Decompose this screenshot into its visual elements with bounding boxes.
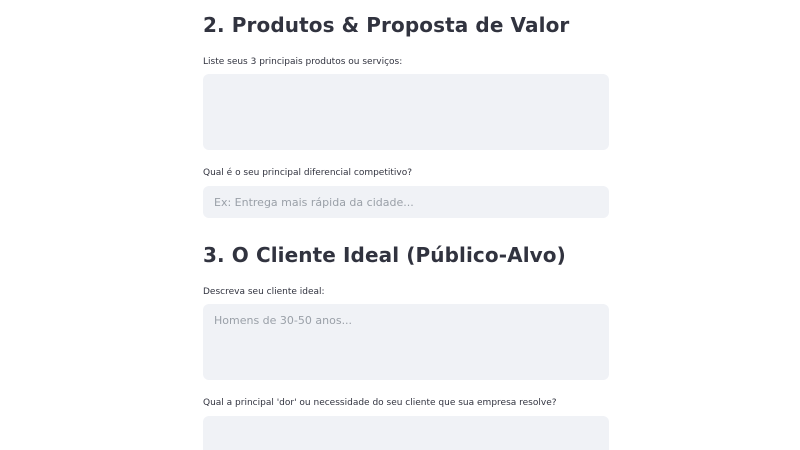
form-page: 2. Produtos & Proposta de Valor Liste se… bbox=[0, 0, 800, 450]
products-label: Liste seus 3 principais produtos ou serv… bbox=[203, 57, 403, 67]
differential-input[interactable] bbox=[203, 186, 609, 218]
customer-pain-textarea[interactable] bbox=[203, 416, 609, 450]
ideal-customer-label: Descreva seu cliente ideal: bbox=[203, 287, 325, 297]
section-title-ideal-customer: 3. O Cliente Ideal (Público-Alvo) bbox=[203, 243, 566, 267]
ideal-customer-textarea[interactable] bbox=[203, 304, 609, 380]
differential-label: Qual é o seu principal diferencial compe… bbox=[203, 168, 413, 178]
products-textarea[interactable] bbox=[203, 74, 609, 150]
section-title-products: 2. Produtos & Proposta de Valor bbox=[203, 13, 570, 37]
customer-pain-label: Qual a principal 'dor' ou necessidade do… bbox=[203, 398, 557, 408]
